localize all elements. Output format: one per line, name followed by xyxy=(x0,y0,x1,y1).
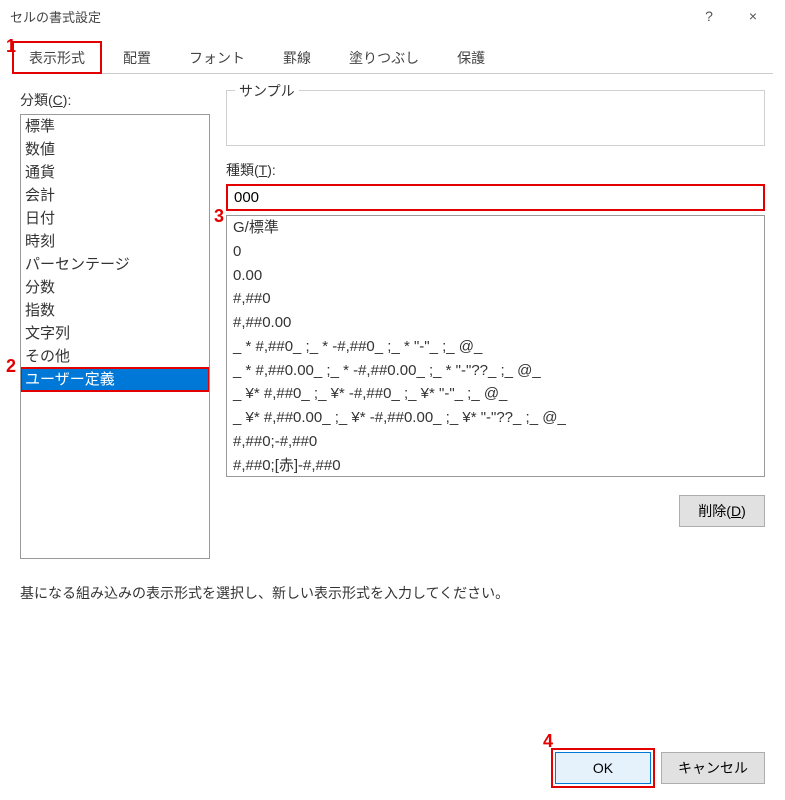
type-input[interactable] xyxy=(226,184,765,211)
callout-4: 4 xyxy=(543,731,553,752)
category-item-number[interactable]: 数値 xyxy=(21,138,209,161)
category-item-fraction[interactable]: 分数 xyxy=(21,276,209,299)
format-item[interactable]: #,##0;[赤]-#,##0 xyxy=(227,454,764,478)
tab-number-format[interactable]: 表示形式 xyxy=(12,41,102,74)
close-button[interactable]: × xyxy=(731,2,775,30)
tab-fill[interactable]: 塗りつぶし xyxy=(332,41,436,74)
format-item[interactable]: _ ¥* #,##0.00_ ;_ ¥* -#,##0.00_ ;_ ¥* "-… xyxy=(227,406,764,430)
dialog-footer: OK キャンセル xyxy=(555,752,765,784)
callout-1: 1 xyxy=(6,36,16,57)
format-item[interactable]: 0.00 xyxy=(227,264,764,288)
category-label: 分類(C): xyxy=(20,90,210,110)
tab-font[interactable]: フォント xyxy=(172,41,262,74)
category-item-accounting[interactable]: 会計 xyxy=(21,184,209,207)
category-item-scientific[interactable]: 指数 xyxy=(21,299,209,322)
format-item[interactable]: _ ¥* #,##0_ ;_ ¥* -#,##0_ ;_ ¥* "-"_ ;_ … xyxy=(227,382,764,406)
format-listbox[interactable]: G/標準 0 0.00 #,##0 #,##0.00 _ * #,##0_ ;_… xyxy=(226,215,765,477)
category-item-percentage[interactable]: パーセンテージ xyxy=(21,253,209,276)
format-item[interactable]: _ * #,##0_ ;_ * -#,##0_ ;_ * "-"_ ;_ @_ xyxy=(227,335,764,359)
category-item-date[interactable]: 日付 xyxy=(21,207,209,230)
category-item-custom[interactable]: ユーザー定義 xyxy=(21,368,209,391)
category-item-text[interactable]: 文字列 xyxy=(21,322,209,345)
category-listbox[interactable]: 標準 数値 通貨 会計 日付 時刻 パーセンテージ 分数 指数 文字列 その他 … xyxy=(20,114,210,559)
format-item[interactable]: #,##0;-#,##0 xyxy=(227,430,764,454)
format-item[interactable]: #,##0 xyxy=(227,287,764,311)
hint-text: 基になる組み込みの表示形式を選択し、新しい表示形式を入力してください。 xyxy=(20,583,765,603)
sample-group: サンプル xyxy=(226,90,765,146)
ok-button[interactable]: OK xyxy=(555,752,651,784)
category-item-currency[interactable]: 通貨 xyxy=(21,161,209,184)
type-label: 種類(T): xyxy=(226,160,765,180)
delete-button[interactable]: 削除(D) xyxy=(679,495,765,527)
tab-strip: 表示形式 配置 フォント 罫線 塗りつぶし 保護 xyxy=(12,40,773,74)
tab-alignment[interactable]: 配置 xyxy=(106,41,168,74)
window-title: セルの書式設定 xyxy=(10,7,687,26)
callout-3: 3 xyxy=(214,206,224,227)
tab-protection[interactable]: 保護 xyxy=(440,41,502,74)
category-item-standard[interactable]: 標準 xyxy=(21,115,209,138)
format-item[interactable]: G/標準 xyxy=(227,216,764,240)
format-item[interactable]: _ * #,##0.00_ ;_ * -#,##0.00_ ;_ * "-"??… xyxy=(227,359,764,383)
sample-label: サンプル xyxy=(235,81,299,101)
category-item-other[interactable]: その他 xyxy=(21,345,209,368)
help-button[interactable]: ? xyxy=(687,2,731,30)
format-item[interactable]: 0 xyxy=(227,240,764,264)
tab-border[interactable]: 罫線 xyxy=(266,41,328,74)
category-item-time[interactable]: 時刻 xyxy=(21,230,209,253)
callout-2: 2 xyxy=(6,356,16,377)
format-item[interactable]: #,##0.00 xyxy=(227,311,764,335)
cancel-button[interactable]: キャンセル xyxy=(661,752,765,784)
title-bar: セルの書式設定 ? × xyxy=(0,0,785,32)
